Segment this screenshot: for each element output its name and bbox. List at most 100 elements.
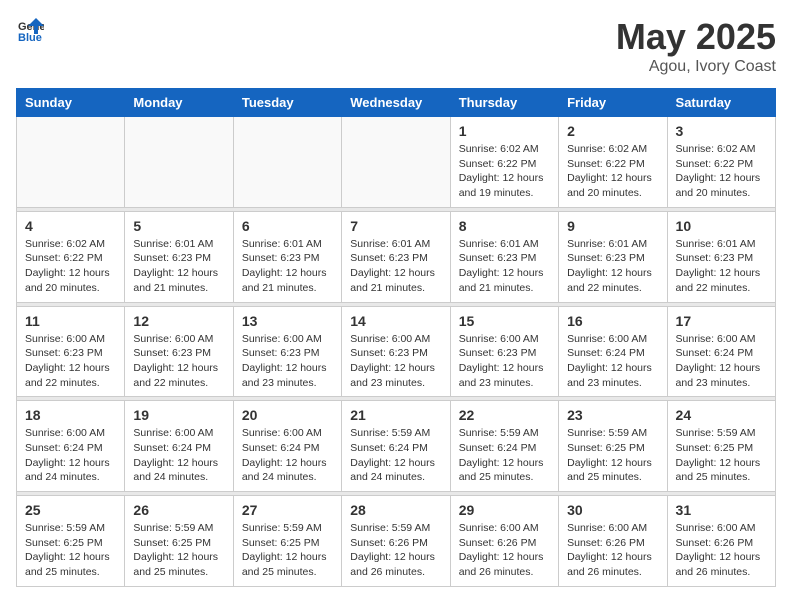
calendar-cell: 8Sunrise: 6:01 AM Sunset: 6:23 PM Daylig…	[450, 211, 558, 302]
calendar-cell: 5 Sunrise: 6:01 AM Sunset: 6:23 PM Daylig…	[125, 211, 233, 302]
calendar-header-sunday: Sunday	[17, 89, 125, 117]
day-info: Sunrise: 6:00 AM Sunset: 6:24 PM Dayligh…	[242, 426, 333, 485]
day-number: 13	[242, 313, 333, 329]
day-info: Sunrise: 6:00 AM Sunset: 6:24 PM Dayligh…	[133, 426, 224, 485]
day-number: 29	[459, 502, 550, 518]
calendar-cell: 25 Sunrise: 5:59 AM Sunset: 6:25 PM Dayli…	[17, 496, 125, 587]
day-number: 9	[567, 218, 658, 234]
day-number: 4	[25, 218, 116, 234]
day-number: 16	[567, 313, 658, 329]
day-number: 22	[459, 407, 550, 423]
calendar-cell: 3 Sunrise: 6:02 AM Sunset: 6:22 PM Daylig…	[667, 117, 775, 208]
calendar-cell: 29 Sunrise: 6:00 AM Sunset: 6:26 PM Dayli…	[450, 496, 558, 587]
day-info: Sunrise: 6:00 AM Sunset: 6:23 PM Dayligh…	[242, 332, 333, 391]
day-info: Sunrise: 6:00 AM Sunset: 6:24 PM Dayligh…	[25, 426, 116, 485]
day-info: Sunrise: 6:00 AM Sunset: 6:23 PM Dayligh…	[133, 332, 224, 391]
day-number: 31	[676, 502, 767, 518]
calendar-header-saturday: Saturday	[667, 89, 775, 117]
day-number: 28	[350, 502, 441, 518]
calendar-cell: 12 Sunrise: 6:00 AM Sunset: 6:23 PM Dayli…	[125, 306, 233, 397]
day-info: Sunrise: 6:00 AM Sunset: 6:24 PM Dayligh…	[567, 332, 658, 391]
day-info: Sunrise: 6:02 AM Sunset: 6:22 PM Dayligh…	[567, 142, 658, 201]
day-number: 15	[459, 313, 550, 329]
day-number: 7	[350, 218, 441, 234]
day-number: 20	[242, 407, 333, 423]
page-header: General Blue May 2025 Agou, Ivory Coast	[16, 16, 776, 76]
day-info: Sunrise: 6:00 AM Sunset: 6:23 PM Dayligh…	[25, 332, 116, 391]
calendar-table: SundayMondayTuesdayWednesdayThursdayFrid…	[16, 88, 776, 587]
calendar-cell: 9 Sunrise: 6:01 AM Sunset: 6:23 PM Daylig…	[559, 211, 667, 302]
day-info: Sunrise: 5:59 AM Sunset: 6:25 PM Dayligh…	[676, 426, 767, 485]
day-info: Sunrise: 6:01 AM Sunset: 6:23 PM Dayligh…	[350, 237, 441, 296]
calendar-cell	[125, 117, 233, 208]
day-info: Sunrise: 6:00 AM Sunset: 6:24 PM Dayligh…	[676, 332, 767, 391]
day-info: Sunrise: 6:02 AM Sunset: 6:22 PM Dayligh…	[676, 142, 767, 201]
day-number: 23	[567, 407, 658, 423]
calendar-cell: 17Sunrise: 6:00 AM Sunset: 6:24 PM Dayli…	[667, 306, 775, 397]
calendar-cell: 22 Sunrise: 5:59 AM Sunset: 6:24 PM Dayli…	[450, 401, 558, 492]
day-number: 27	[242, 502, 333, 518]
calendar-header-row: SundayMondayTuesdayWednesdayThursdayFrid…	[17, 89, 776, 117]
day-number: 3	[676, 123, 767, 139]
calendar-cell: 11Sunrise: 6:00 AM Sunset: 6:23 PM Dayli…	[17, 306, 125, 397]
day-info: Sunrise: 6:01 AM Sunset: 6:23 PM Dayligh…	[567, 237, 658, 296]
calendar-cell: 14 Sunrise: 6:00 AM Sunset: 6:23 PM Dayli…	[342, 306, 450, 397]
calendar-cell: 15 Sunrise: 6:00 AM Sunset: 6:23 PM Dayli…	[450, 306, 558, 397]
calendar-week-row: 18 Sunrise: 6:00 AM Sunset: 6:24 PM Dayli…	[17, 401, 776, 492]
calendar-header-friday: Friday	[559, 89, 667, 117]
day-info: Sunrise: 6:00 AM Sunset: 6:26 PM Dayligh…	[676, 521, 767, 580]
day-number: 18	[25, 407, 116, 423]
calendar-header-thursday: Thursday	[450, 89, 558, 117]
calendar-cell: 24 Sunrise: 5:59 AM Sunset: 6:25 PM Dayli…	[667, 401, 775, 492]
calendar-header-wednesday: Wednesday	[342, 89, 450, 117]
day-number: 21	[350, 407, 441, 423]
calendar-cell: 31 Sunrise: 6:00 AM Sunset: 6:26 PM Dayli…	[667, 496, 775, 587]
day-info: Sunrise: 6:00 AM Sunset: 6:23 PM Dayligh…	[459, 332, 550, 391]
day-number: 25	[25, 502, 116, 518]
day-info: Sunrise: 6:00 AM Sunset: 6:26 PM Dayligh…	[459, 521, 550, 580]
day-info: Sunrise: 6:02 AM Sunset: 6:22 PM Dayligh…	[459, 142, 550, 201]
calendar-cell: 16 Sunrise: 6:00 AM Sunset: 6:24 PM Dayli…	[559, 306, 667, 397]
day-number: 26	[133, 502, 224, 518]
day-number: 14	[350, 313, 441, 329]
title-block: May 2025 Agou, Ivory Coast	[616, 16, 776, 76]
calendar-cell: 6 Sunrise: 6:01 AM Sunset: 6:23 PM Daylig…	[233, 211, 341, 302]
day-number: 12	[133, 313, 224, 329]
day-info: Sunrise: 6:00 AM Sunset: 6:23 PM Dayligh…	[350, 332, 441, 391]
calendar-cell: 2Sunrise: 6:02 AM Sunset: 6:22 PM Daylig…	[559, 117, 667, 208]
day-info: Sunrise: 5:59 AM Sunset: 6:25 PM Dayligh…	[242, 521, 333, 580]
day-number: 6	[242, 218, 333, 234]
calendar-cell: 10Sunrise: 6:01 AM Sunset: 6:23 PM Dayli…	[667, 211, 775, 302]
calendar-cell: 21 Sunrise: 5:59 AM Sunset: 6:24 PM Dayli…	[342, 401, 450, 492]
calendar-cell: 19 Sunrise: 6:00 AM Sunset: 6:24 PM Dayli…	[125, 401, 233, 492]
day-info: Sunrise: 5:59 AM Sunset: 6:26 PM Dayligh…	[350, 521, 441, 580]
day-number: 5	[133, 218, 224, 234]
day-number: 19	[133, 407, 224, 423]
calendar-cell: 4Sunrise: 6:02 AM Sunset: 6:22 PM Daylig…	[17, 211, 125, 302]
calendar-cell: 30 Sunrise: 6:00 AM Sunset: 6:26 PM Dayli…	[559, 496, 667, 587]
day-number: 24	[676, 407, 767, 423]
day-number: 1	[459, 123, 550, 139]
day-info: Sunrise: 6:01 AM Sunset: 6:23 PM Dayligh…	[133, 237, 224, 296]
day-number: 8	[459, 218, 550, 234]
calendar-cell	[17, 117, 125, 208]
day-info: Sunrise: 6:01 AM Sunset: 6:23 PM Dayligh…	[242, 237, 333, 296]
calendar-cell: 7 Sunrise: 6:01 AM Sunset: 6:23 PM Daylig…	[342, 211, 450, 302]
day-info: Sunrise: 6:00 AM Sunset: 6:26 PM Dayligh…	[567, 521, 658, 580]
calendar-cell: 23Sunrise: 5:59 AM Sunset: 6:25 PM Dayli…	[559, 401, 667, 492]
day-info: Sunrise: 5:59 AM Sunset: 6:25 PM Dayligh…	[25, 521, 116, 580]
day-info: Sunrise: 5:59 AM Sunset: 6:24 PM Dayligh…	[350, 426, 441, 485]
calendar-title: May 2025	[616, 16, 776, 58]
day-number: 30	[567, 502, 658, 518]
calendar-cell: 27 Sunrise: 5:59 AM Sunset: 6:25 PM Dayli…	[233, 496, 341, 587]
calendar-cell: 28 Sunrise: 5:59 AM Sunset: 6:26 PM Dayli…	[342, 496, 450, 587]
logo: General Blue	[16, 16, 44, 44]
calendar-header-monday: Monday	[125, 89, 233, 117]
calendar-cell: 26 Sunrise: 5:59 AM Sunset: 6:25 PM Dayli…	[125, 496, 233, 587]
day-info: Sunrise: 5:59 AM Sunset: 6:24 PM Dayligh…	[459, 426, 550, 485]
day-info: Sunrise: 5:59 AM Sunset: 6:25 PM Dayligh…	[133, 521, 224, 580]
calendar-header-tuesday: Tuesday	[233, 89, 341, 117]
day-number: 10	[676, 218, 767, 234]
calendar-week-row: 25 Sunrise: 5:59 AM Sunset: 6:25 PM Dayli…	[17, 496, 776, 587]
svg-text:Blue: Blue	[18, 32, 42, 44]
